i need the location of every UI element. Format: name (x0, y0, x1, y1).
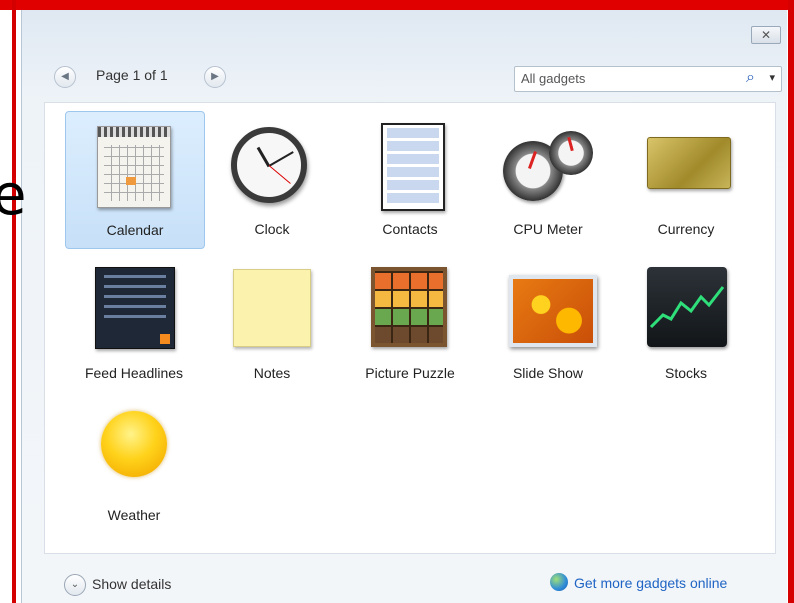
stocks-icon (647, 267, 727, 347)
gadget-label: Contacts (382, 221, 438, 237)
close-button[interactable]: ✕ (751, 26, 781, 44)
red-border-right (788, 0, 794, 603)
gallery-toolbar: ◀ Page 1 of 1 ▶ All gadgets ⌕ ▾ (22, 52, 787, 92)
stray-text: e (0, 163, 27, 228)
contacts-icon (381, 123, 445, 211)
red-border-left (12, 0, 16, 603)
gadget-label: CPU Meter (513, 221, 583, 237)
picture-puzzle-icon (371, 267, 447, 347)
next-page-button[interactable]: ▶ (204, 66, 226, 88)
gadget-gallery: Calendar Clock Contacts CPU Meter Curren… (44, 102, 776, 554)
gadget-calendar[interactable]: Calendar (65, 111, 205, 249)
slide-show-icon (509, 275, 597, 347)
previous-page-button[interactable]: ◀ (54, 66, 76, 88)
gadget-slide-show[interactable]: Slide Show (479, 255, 617, 391)
gadget-gallery-window: ✕ ◀ Page 1 of 1 ▶ All gadgets ⌕ ▾ Calend… (21, 10, 787, 603)
search-value: All gadgets (521, 71, 586, 86)
gadget-weather[interactable]: Weather (65, 397, 203, 533)
clock-icon (231, 127, 307, 203)
notes-icon (233, 269, 311, 347)
show-details-label[interactable]: Show details (92, 576, 171, 592)
gadget-label: Weather (107, 507, 161, 523)
feed-headlines-icon (95, 267, 175, 349)
gadget-notes[interactable]: Notes (203, 255, 341, 391)
gadget-stocks[interactable]: Stocks (617, 255, 755, 391)
gadget-feed-headlines[interactable]: Feed Headlines (65, 255, 203, 391)
gadget-label: Clock (254, 221, 290, 237)
gadget-label: Slide Show (512, 365, 584, 381)
gadget-label: Calendar (106, 222, 164, 238)
calendar-icon (97, 126, 171, 208)
red-border-top (0, 0, 794, 10)
search-input[interactable]: All gadgets ⌕ ▾ (514, 66, 782, 92)
gadget-label: Picture Puzzle (365, 365, 455, 381)
currency-icon (647, 137, 731, 189)
get-more-gadgets-link[interactable]: Get more gadgets online (574, 575, 727, 591)
page-label: Page 1 of 1 (96, 67, 168, 83)
gadget-currency[interactable]: Currency (617, 111, 755, 247)
chevron-down-icon[interactable]: ▾ (769, 71, 775, 84)
gadget-picture-puzzle[interactable]: Picture Puzzle (341, 255, 479, 391)
search-icon[interactable]: ⌕ (746, 69, 755, 87)
weather-icon (101, 411, 167, 477)
show-details-button[interactable]: ⌄ (64, 574, 86, 596)
globe-icon (550, 573, 568, 591)
gadget-contacts[interactable]: Contacts (341, 111, 479, 247)
gadget-cpu-meter[interactable]: CPU Meter (479, 111, 617, 247)
gadget-label: Stocks (664, 365, 707, 381)
gadget-clock[interactable]: Clock (203, 111, 341, 247)
gadget-label: Feed Headlines (84, 365, 184, 381)
memory-meter-icon (549, 131, 593, 175)
gallery-footer: ⌄ Show details Get more gadgets online (22, 558, 787, 603)
gadget-label: Notes (253, 365, 291, 381)
gadget-label: Currency (657, 221, 715, 237)
